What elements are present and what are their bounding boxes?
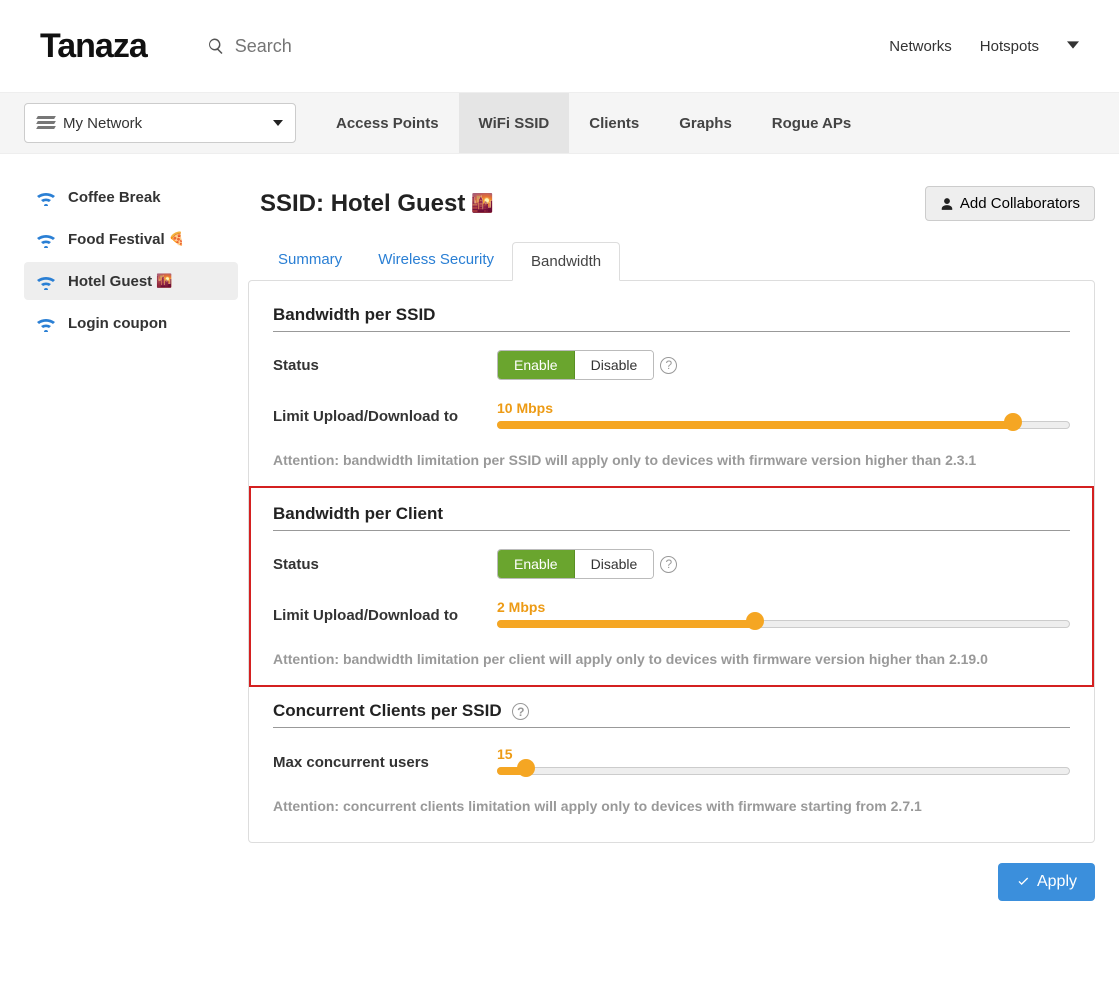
tab-access-points[interactable]: Access Points — [316, 93, 459, 153]
slider-value: 10 Mbps — [497, 400, 1070, 416]
apply-button[interactable]: Apply — [998, 863, 1095, 901]
caret-down-icon — [273, 115, 283, 131]
network-select[interactable]: My Network — [24, 103, 296, 143]
subtab-summary[interactable]: Summary — [260, 241, 360, 280]
add-collaborators-button[interactable]: Add Collaborators — [925, 186, 1095, 221]
wifi-icon — [34, 272, 58, 290]
firmware-note: Attention: concurrent clients limitation… — [273, 798, 1070, 814]
tab-graphs[interactable]: Graphs — [659, 93, 752, 153]
tab-clients[interactable]: Clients — [569, 93, 659, 153]
wifi-icon — [34, 188, 58, 206]
section-bandwidth-client: Bandwidth per Client Status Enable Disab… — [273, 504, 1070, 667]
page-title: SSID: Hotel Guest — [260, 190, 465, 218]
max-users-label: Max concurrent users — [273, 754, 497, 771]
sidebar-item-food-festival[interactable]: Food Festival 🍕 — [24, 220, 238, 258]
subtab-wireless-security[interactable]: Wireless Security — [360, 241, 512, 280]
status-label: Status — [273, 556, 497, 573]
brand-logo: Tanaza — [40, 27, 147, 66]
sidebar-item-login-coupon[interactable]: Login coupon — [24, 304, 238, 342]
subtab-bandwidth[interactable]: Bandwidth — [512, 242, 620, 281]
bandwidth-client-slider[interactable] — [497, 617, 1070, 631]
firmware-note: Attention: bandwidth limitation per SSID… — [273, 452, 1070, 468]
search-input[interactable] — [235, 36, 435, 57]
nav-networks[interactable]: Networks — [889, 38, 952, 55]
section-concurrent-clients: Concurrent Clients per SSID ? Max concur… — [273, 701, 1070, 814]
section-title: Bandwidth per SSID — [273, 305, 1070, 325]
help-icon[interactable]: ? — [512, 703, 529, 720]
search-icon — [207, 37, 225, 55]
ssid-sidebar: Coffee Break Food Festival 🍕 Hotel Guest… — [24, 178, 238, 941]
bandwidth-ssid-slider[interactable] — [497, 418, 1070, 432]
sunset-icon: 🌇 — [156, 273, 172, 289]
wifi-icon — [34, 314, 58, 332]
sidebar-item-hotel-guest[interactable]: Hotel Guest 🌇 — [24, 262, 238, 300]
section-bandwidth-client-highlight: Bandwidth per Client Status Enable Disab… — [249, 486, 1094, 687]
slider-value: 15 — [497, 746, 1070, 762]
sidebar-item-label: Hotel Guest — [68, 273, 152, 290]
limit-label: Limit Upload/Download to — [273, 607, 497, 624]
disable-button[interactable]: Disable — [575, 550, 654, 578]
sunset-icon: 🌇 — [471, 193, 493, 214]
help-icon[interactable]: ? — [660, 556, 677, 573]
status-label: Status — [273, 357, 497, 374]
layers-icon — [37, 116, 55, 130]
network-select-label: My Network — [63, 115, 273, 132]
slider-value: 2 Mbps — [497, 599, 1070, 615]
user-icon — [940, 197, 954, 211]
nav-caret-icon[interactable] — [1067, 38, 1079, 55]
help-icon[interactable]: ? — [660, 357, 677, 374]
sidebar-item-label: Food Festival — [68, 231, 165, 248]
bandwidth-panel: Bandwidth per SSID Status Enable Disable… — [248, 280, 1095, 843]
wifi-icon — [34, 230, 58, 248]
limit-label: Limit Upload/Download to — [273, 408, 497, 425]
check-icon — [1016, 875, 1031, 890]
tab-wifi-ssid[interactable]: WiFi SSID — [459, 93, 570, 153]
firmware-note: Attention: bandwidth limitation per clie… — [273, 651, 1070, 667]
sidebar-item-label: Coffee Break — [68, 189, 161, 206]
search-wrapper[interactable] — [207, 36, 890, 57]
disable-button[interactable]: Disable — [575, 351, 654, 379]
tab-rogue-aps[interactable]: Rogue APs — [752, 93, 871, 153]
status-toggle[interactable]: Enable Disable — [497, 549, 654, 579]
sidebar-item-label: Login coupon — [68, 315, 167, 332]
section-title: Concurrent Clients per SSID ? — [273, 701, 1070, 721]
section-title: Bandwidth per Client — [273, 504, 1070, 524]
concurrent-clients-slider[interactable] — [497, 764, 1070, 778]
enable-button[interactable]: Enable — [498, 351, 575, 379]
sidebar-item-coffee-break[interactable]: Coffee Break — [24, 178, 238, 216]
status-toggle[interactable]: Enable Disable — [497, 350, 654, 380]
pizza-icon: 🍕 — [169, 231, 185, 247]
enable-button[interactable]: Enable — [498, 550, 575, 578]
nav-hotspots[interactable]: Hotspots — [980, 38, 1039, 55]
section-bandwidth-ssid: Bandwidth per SSID Status Enable Disable… — [273, 305, 1070, 468]
